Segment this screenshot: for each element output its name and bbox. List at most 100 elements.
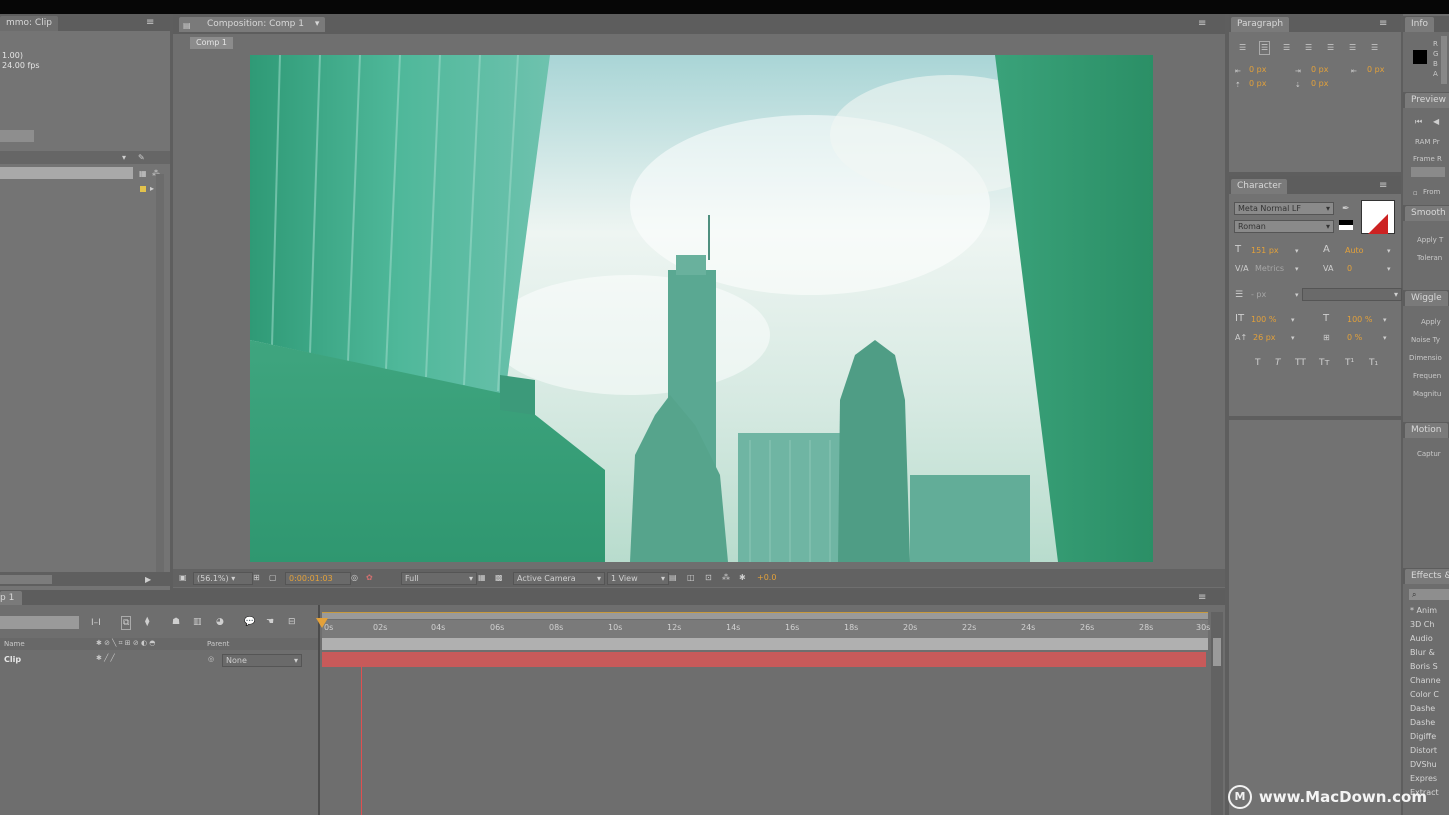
timeline-icon[interactable]: ⊡: [705, 573, 712, 583]
font-size-dropdown-icon[interactable]: ▾: [1295, 246, 1299, 256]
panel-menu-icon[interactable]: ≡: [1379, 19, 1387, 29]
panel-menu-icon[interactable]: ≡: [146, 18, 154, 28]
effects-item[interactable]: Boris S: [1410, 662, 1438, 671]
parent-header[interactable]: Parent: [207, 640, 229, 648]
frame-blend-icon[interactable]: ▥: [193, 617, 202, 627]
time-ruler[interactable]: [322, 620, 1208, 638]
fast-preview-icon[interactable]: ◫: [687, 573, 695, 583]
layer-parent-pickwhip-icon[interactable]: ◎: [208, 655, 214, 663]
tsume-dropdown-icon[interactable]: ▾: [1383, 333, 1387, 343]
faux-bold-icon[interactable]: T: [1255, 358, 1261, 368]
timeline-search-input[interactable]: [0, 616, 79, 629]
channel-icon[interactable]: ✿: [366, 573, 373, 583]
hand-icon[interactable]: ☚: [266, 617, 274, 627]
timecode-field[interactable]: 0:00:01:03: [285, 572, 351, 585]
motion-blur-icon[interactable]: ◕: [216, 617, 224, 627]
layer-duration-bar[interactable]: [322, 652, 1206, 667]
subscript-icon[interactable]: T₁: [1369, 358, 1378, 368]
justify-right-icon[interactable]: ☰: [1349, 43, 1356, 53]
speech-icon[interactable]: 💬: [244, 617, 255, 627]
all-caps-icon[interactable]: TT: [1295, 358, 1306, 368]
graph-editor-icon[interactable]: ⊟: [288, 617, 296, 627]
space-after-value[interactable]: 0 px: [1311, 79, 1328, 88]
vertical-scale-value[interactable]: 100 %: [1251, 315, 1276, 324]
preview-tab[interactable]: Preview: [1405, 93, 1449, 108]
effects-item[interactable]: Dashe: [1410, 718, 1435, 727]
parent-dropdown[interactable]: None ▾: [222, 654, 302, 667]
interpolate-icon[interactable]: I–I: [91, 618, 101, 628]
view-dropdown[interactable]: 1 View ▾: [607, 572, 669, 585]
project-hscroll[interactable]: [0, 575, 52, 584]
justify-center-icon[interactable]: ☰: [1327, 43, 1334, 53]
space-before-value[interactable]: 0 px: [1249, 79, 1266, 88]
superscript-icon[interactable]: T¹: [1345, 358, 1354, 368]
composition-icon[interactable]: ⧫: [145, 617, 149, 627]
transparency-grid-icon[interactable]: ▩: [495, 573, 503, 583]
playhead-line[interactable]: [361, 667, 362, 815]
character-tab[interactable]: Character: [1231, 179, 1288, 194]
comp-subtab[interactable]: Comp 1: [190, 37, 233, 49]
previous-frame-icon[interactable]: ◀: [1433, 117, 1439, 127]
project-scrollbar[interactable]: [156, 174, 164, 579]
faux-italic-icon[interactable]: T: [1275, 358, 1281, 368]
align-right-icon[interactable]: ☰: [1283, 43, 1290, 53]
resolution-dropdown[interactable]: Full ▾: [401, 572, 477, 585]
tag-icon[interactable]: ✎: [138, 153, 145, 163]
info-scrollbar[interactable]: [1441, 36, 1447, 84]
composition-dropdown-icon[interactable]: ▾: [315, 19, 320, 29]
camera-icon[interactable]: ◎: [351, 573, 358, 583]
region-icon[interactable]: ▦: [478, 573, 486, 583]
panel-menu-icon[interactable]: ≡: [1379, 181, 1387, 191]
effects-item[interactable]: 3D Ch: [1410, 620, 1434, 629]
toggle-pixel-icon[interactable]: ▤: [669, 573, 677, 583]
effects-item[interactable]: Channe: [1410, 676, 1441, 685]
info-tab[interactable]: Info: [1405, 17, 1435, 32]
composition-tab[interactable]: Composition: Comp 1 ▾: [179, 17, 326, 32]
font-size-value[interactable]: 151 px: [1251, 246, 1279, 255]
horizontal-scale-value[interactable]: 100 %: [1347, 315, 1372, 324]
baseline-dropdown-icon[interactable]: ▾: [1291, 333, 1295, 343]
project-search-input[interactable]: [0, 167, 133, 179]
font-family-dropdown[interactable]: Meta Normal LF ▾: [1234, 202, 1334, 215]
timeline-scroll-thumb[interactable]: [1213, 638, 1221, 666]
composition-viewer[interactable]: [250, 55, 1153, 562]
stroke-type-dropdown[interactable]: ▾: [1302, 288, 1402, 301]
always-preview-icon[interactable]: ▣: [179, 573, 187, 583]
stroke-width-value[interactable]: - px: [1251, 290, 1266, 299]
first-line-indent-value[interactable]: 0 px: [1367, 65, 1384, 74]
smoother-tab[interactable]: Smooth: [1405, 206, 1449, 221]
ram-preview-label[interactable]: RAM Pr: [1415, 138, 1440, 146]
exposure-value[interactable]: +0.0: [757, 573, 776, 582]
project-tab[interactable]: mmo: Clip: [0, 16, 58, 31]
zoom-dropdown[interactable]: (56.1%) ▾: [193, 572, 253, 585]
baseline-shift-value[interactable]: 26 px: [1253, 333, 1276, 342]
flowchart-icon[interactable]: ⁂: [722, 573, 730, 583]
work-area-bar[interactable]: [322, 612, 1208, 619]
kerning-value[interactable]: Metrics: [1255, 264, 1284, 273]
tracking-value[interactable]: 0: [1347, 264, 1352, 273]
stroke-dropdown-icon[interactable]: ▾: [1295, 290, 1299, 300]
lock-icon[interactable]: ▤: [183, 21, 191, 31]
mask-icon[interactable]: ▢: [269, 573, 277, 583]
motion-tab[interactable]: Motion: [1405, 423, 1448, 438]
frame-rate-field[interactable]: [1411, 167, 1445, 177]
justify-left-icon[interactable]: ☰: [1305, 43, 1312, 53]
leading-dropdown-icon[interactable]: ▾: [1387, 246, 1391, 256]
hscale-dropdown-icon[interactable]: ▾: [1383, 315, 1387, 325]
effects-item[interactable]: Digiffe: [1410, 732, 1436, 741]
indent-right-value[interactable]: 0 px: [1311, 65, 1328, 74]
timeline-tab[interactable]: p 1: [0, 591, 23, 605]
from-current-label[interactable]: From: [1423, 188, 1440, 196]
font-style-dropdown[interactable]: Roman ▾: [1234, 220, 1334, 233]
eyedropper-icon[interactable]: ✒: [1342, 204, 1350, 214]
layer-name[interactable]: Clip: [4, 655, 21, 664]
effects-item[interactable]: Distort: [1410, 746, 1437, 755]
scroll-right-icon[interactable]: ▶: [145, 575, 151, 585]
comp-mini-icon[interactable]: ⧉: [121, 616, 132, 630]
layer-switches[interactable]: ✱ ╱ ╱: [96, 654, 115, 662]
effects-item[interactable]: Expres: [1410, 774, 1437, 783]
wiggler-tab[interactable]: Wiggle: [1405, 291, 1448, 306]
align-left-icon[interactable]: ☰: [1239, 43, 1246, 53]
source-name-header[interactable]: Name: [4, 640, 25, 648]
leading-value[interactable]: Auto: [1345, 246, 1364, 255]
